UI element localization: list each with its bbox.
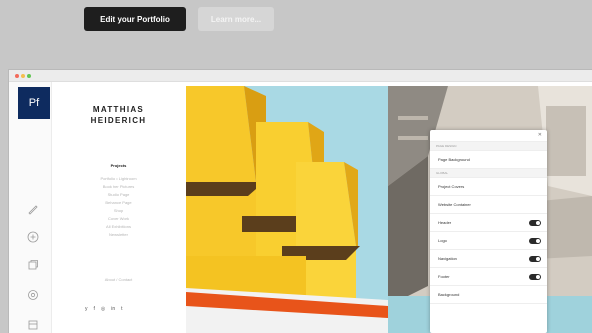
site-name-line2: HEIDERICH bbox=[90, 116, 147, 125]
minimize-window-dot[interactable] bbox=[21, 74, 25, 78]
panel-section-title: PAGE DESIGN bbox=[430, 142, 547, 151]
app-sidebar: Pf bbox=[9, 82, 52, 333]
visibility-toggle[interactable] bbox=[529, 220, 541, 226]
facebook-icon[interactable]: f bbox=[94, 306, 95, 312]
site-menu-item[interactable]: Projects bbox=[52, 161, 185, 175]
panel-row[interactable]: Page Background bbox=[430, 151, 547, 169]
app-logo: Pf bbox=[18, 87, 50, 119]
close-window-dot[interactable] bbox=[15, 74, 19, 78]
tumblr-icon[interactable]: t bbox=[121, 306, 122, 312]
visibility-toggle[interactable] bbox=[529, 274, 541, 280]
site-navigation-column: MATTHIAS HEIDERICH Projects Portfolio • L… bbox=[52, 82, 185, 333]
brush-icon[interactable] bbox=[27, 202, 39, 215]
settings-panel: ✕ PAGE DESIGN Page Background GLOBAL Projec… bbox=[430, 130, 547, 333]
layout-icon[interactable] bbox=[27, 318, 39, 330]
hero-image bbox=[186, 86, 388, 333]
linkedin-icon[interactable]: in bbox=[111, 306, 115, 312]
site-owner-name: MATTHIAS HEIDERICH bbox=[52, 104, 185, 126]
panel-row[interactable]: Background bbox=[430, 286, 547, 304]
site-menu: Projects Portfolio • Lightroom Book her Pi… bbox=[52, 161, 185, 239]
panel-row[interactable]: Project Covers bbox=[430, 178, 547, 196]
site-menu-item[interactable]: Cover Work bbox=[52, 215, 185, 223]
panel-row-label: Page Background bbox=[438, 157, 470, 162]
panel-row[interactable]: Logo bbox=[430, 232, 547, 250]
pages-icon[interactable] bbox=[27, 258, 39, 270]
panel-row[interactable]: Header bbox=[430, 214, 547, 232]
site-menu-item[interactable]: Newsletter bbox=[52, 231, 185, 239]
panel-row-label: Logo bbox=[438, 238, 447, 243]
hero-building-illustration bbox=[186, 86, 388, 333]
panel-row-label: Website Container bbox=[438, 202, 471, 207]
panel-row-label: Footer bbox=[438, 274, 450, 279]
maximize-window-dot[interactable] bbox=[27, 74, 31, 78]
panel-row-label: Header bbox=[438, 220, 452, 225]
edit-portfolio-button[interactable]: Edit your Portfolio bbox=[84, 7, 186, 31]
site-menu-item[interactable]: All Exhibitions bbox=[52, 223, 185, 231]
panel-body: PAGE DESIGN Page Background GLOBAL Project … bbox=[430, 142, 547, 304]
instagram-icon[interactable]: ◎ bbox=[101, 306, 105, 312]
site-name-line1: MATTHIAS bbox=[92, 105, 145, 114]
panel-row-label: Navigation bbox=[438, 256, 457, 261]
site-menu-item[interactable]: Book her Pictures bbox=[52, 183, 185, 191]
contact-link[interactable]: About / Contact bbox=[52, 277, 185, 282]
panel-row[interactable]: Website Container bbox=[430, 196, 547, 214]
social-links: y f ◎ in t bbox=[85, 306, 123, 312]
settings-icon[interactable] bbox=[27, 288, 39, 300]
panel-section-title: GLOBAL bbox=[430, 169, 547, 178]
panel-row[interactable]: Navigation bbox=[430, 250, 547, 268]
top-actions: Edit your Portfolio Learn more... bbox=[84, 7, 274, 31]
add-icon[interactable] bbox=[27, 230, 39, 243]
twitter-icon[interactable]: y bbox=[85, 306, 88, 312]
visibility-toggle[interactable] bbox=[529, 238, 541, 244]
window-titlebar bbox=[9, 70, 592, 82]
visibility-toggle[interactable] bbox=[529, 256, 541, 262]
panel-row-label: Project Covers bbox=[438, 184, 465, 189]
panel-row-label: Background bbox=[438, 292, 460, 297]
site-menu-item[interactable]: Behance Page bbox=[52, 199, 185, 207]
panel-row[interactable]: Footer bbox=[430, 268, 547, 286]
panel-header: ✕ bbox=[430, 130, 547, 142]
site-menu-item[interactable]: Portfolio • Lightroom bbox=[52, 175, 185, 183]
learn-more-button[interactable]: Learn more... bbox=[198, 7, 274, 31]
site-menu-item[interactable]: Studio Page bbox=[52, 191, 185, 199]
close-icon[interactable]: ✕ bbox=[538, 132, 542, 138]
site-menu-item[interactable]: Shop bbox=[52, 207, 185, 215]
